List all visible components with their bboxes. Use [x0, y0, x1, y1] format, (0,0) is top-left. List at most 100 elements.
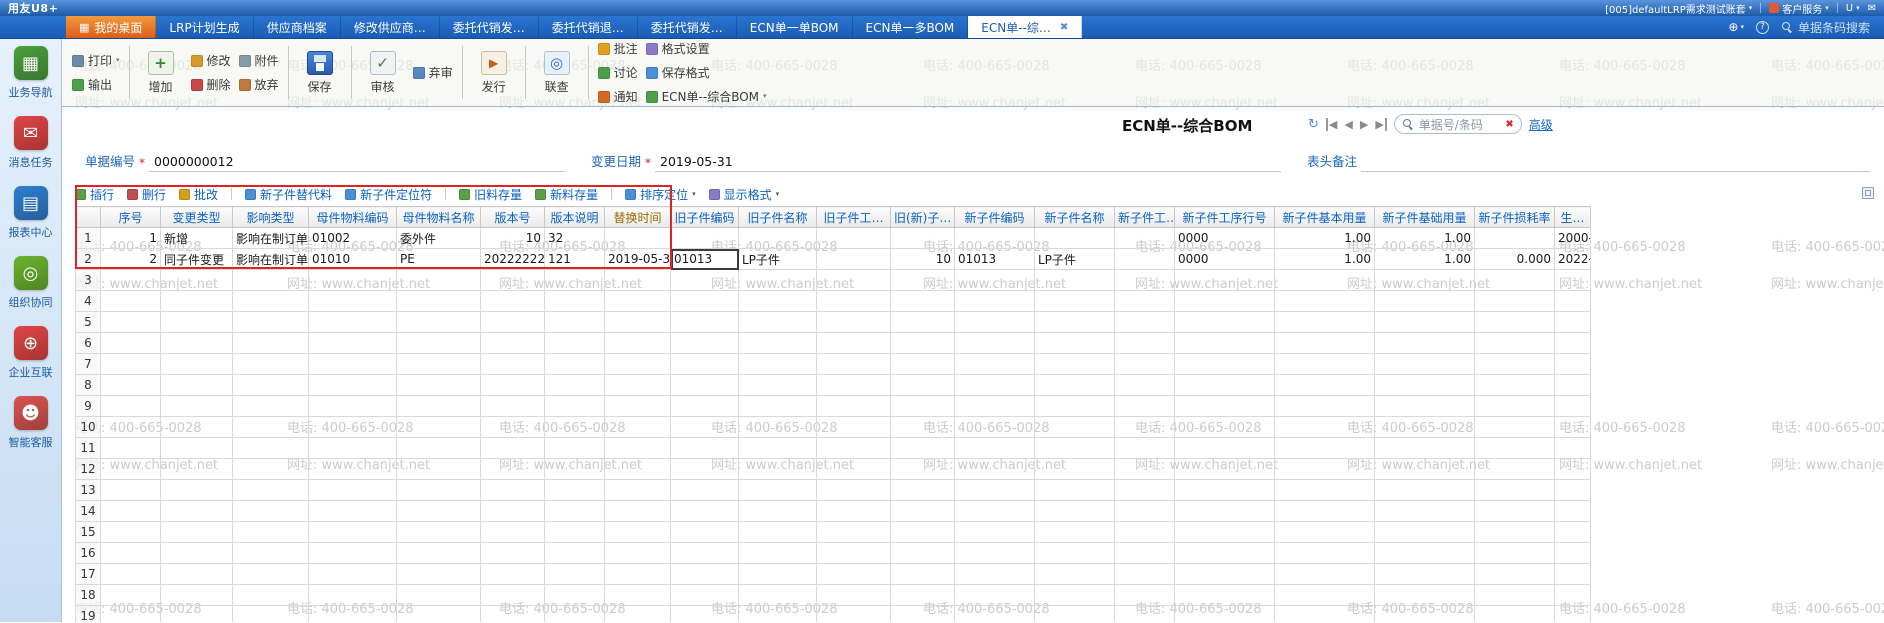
- cell[interactable]: [605, 543, 671, 564]
- cell[interactable]: [309, 312, 397, 333]
- cell[interactable]: [481, 585, 545, 606]
- cell[interactable]: [481, 291, 545, 312]
- cell[interactable]: PE: [397, 249, 481, 270]
- row-index[interactable]: 10: [76, 417, 101, 438]
- cell[interactable]: [481, 606, 545, 623]
- cell[interactable]: [397, 501, 481, 522]
- cell[interactable]: [1375, 522, 1475, 543]
- cell[interactable]: [1555, 270, 1591, 291]
- customer-service-button[interactable]: 客户服务 ▾: [1769, 1, 1829, 16]
- cell[interactable]: [1475, 480, 1555, 501]
- cell[interactable]: [955, 543, 1035, 564]
- cell[interactable]: [397, 312, 481, 333]
- cell[interactable]: [671, 312, 739, 333]
- cell[interactable]: [1035, 291, 1115, 312]
- cell[interactable]: [1035, 522, 1115, 543]
- column-header-替换时间[interactable]: 替换时间: [605, 207, 671, 228]
- cell[interactable]: [1275, 270, 1375, 291]
- cell[interactable]: [161, 606, 233, 623]
- cell[interactable]: [1555, 585, 1591, 606]
- cell[interactable]: [233, 396, 309, 417]
- cell[interactable]: [1555, 522, 1591, 543]
- cell[interactable]: [233, 270, 309, 291]
- cell[interactable]: [1555, 480, 1591, 501]
- cell[interactable]: [1115, 333, 1175, 354]
- cell[interactable]: [545, 585, 605, 606]
- cell[interactable]: [1035, 501, 1115, 522]
- cell[interactable]: [545, 480, 605, 501]
- cell[interactable]: [739, 375, 817, 396]
- cell[interactable]: [1375, 291, 1475, 312]
- cell[interactable]: [1175, 396, 1275, 417]
- cell[interactable]: [1275, 417, 1375, 438]
- cell[interactable]: [309, 480, 397, 501]
- row-index[interactable]: 5: [76, 312, 101, 333]
- cell[interactable]: [1375, 438, 1475, 459]
- cell[interactable]: [605, 333, 671, 354]
- cell[interactable]: [1375, 375, 1475, 396]
- cell[interactable]: [1175, 270, 1275, 291]
- cell[interactable]: [739, 438, 817, 459]
- cell[interactable]: [1555, 396, 1591, 417]
- cell[interactable]: [1275, 333, 1375, 354]
- cell[interactable]: [481, 438, 545, 459]
- edit-button[interactable]: 修改: [191, 52, 231, 69]
- change-date-value[interactable]: 2019-05-31: [655, 154, 1281, 172]
- cell[interactable]: [101, 333, 161, 354]
- cell[interactable]: [1035, 438, 1115, 459]
- cell[interactable]: [481, 480, 545, 501]
- cell[interactable]: [101, 459, 161, 480]
- cell[interactable]: [1175, 291, 1275, 312]
- cell[interactable]: [817, 501, 891, 522]
- cell[interactable]: [605, 522, 671, 543]
- cell[interactable]: 新增: [161, 228, 233, 249]
- cell[interactable]: [233, 480, 309, 501]
- cell[interactable]: [891, 438, 955, 459]
- cell[interactable]: [481, 312, 545, 333]
- cell[interactable]: [1115, 480, 1175, 501]
- cell[interactable]: [739, 522, 817, 543]
- cell[interactable]: [309, 270, 397, 291]
- column-header-影响类型[interactable]: 影响类型: [233, 207, 309, 228]
- cell[interactable]: [545, 270, 605, 291]
- cell[interactable]: [101, 522, 161, 543]
- cell[interactable]: [1115, 354, 1175, 375]
- cell[interactable]: [481, 375, 545, 396]
- cell[interactable]: [1375, 501, 1475, 522]
- cell[interactable]: [481, 459, 545, 480]
- cell[interactable]: [955, 291, 1035, 312]
- cell[interactable]: [817, 312, 891, 333]
- cell[interactable]: [1375, 333, 1475, 354]
- cell[interactable]: [605, 438, 671, 459]
- cell[interactable]: [671, 375, 739, 396]
- cell[interactable]: [605, 312, 671, 333]
- tab-8[interactable]: ECN单一单BOM: [737, 16, 853, 38]
- cell[interactable]: 10: [891, 249, 955, 270]
- cell[interactable]: [1375, 564, 1475, 585]
- cell[interactable]: [671, 438, 739, 459]
- cell[interactable]: [739, 354, 817, 375]
- cell[interactable]: [891, 291, 955, 312]
- row-index[interactable]: 19: [76, 606, 101, 623]
- sidebar-item-企业互联[interactable]: ⊕企业互联: [0, 326, 61, 396]
- row-index[interactable]: 12: [76, 459, 101, 480]
- grid-toolbar-批改[interactable]: 批改: [179, 186, 218, 203]
- cell[interactable]: [481, 501, 545, 522]
- cell[interactable]: [891, 564, 955, 585]
- cell[interactable]: [1115, 585, 1175, 606]
- cell[interactable]: [309, 543, 397, 564]
- unaudit-button[interactable]: 弃审: [413, 64, 453, 81]
- cell[interactable]: 10: [481, 228, 545, 249]
- cell[interactable]: [545, 459, 605, 480]
- cell[interactable]: [1175, 564, 1275, 585]
- column-header-母件物料编码[interactable]: 母件物料编码: [309, 207, 397, 228]
- cell[interactable]: [233, 375, 309, 396]
- tab-1[interactable]: ▦我的桌面: [66, 16, 156, 38]
- cell[interactable]: [1115, 312, 1175, 333]
- cell[interactable]: [671, 333, 739, 354]
- cell[interactable]: [739, 585, 817, 606]
- cell[interactable]: [1035, 354, 1115, 375]
- cell[interactable]: [891, 480, 955, 501]
- row-index[interactable]: 14: [76, 501, 101, 522]
- next-record-icon[interactable]: ▶: [1360, 118, 1368, 131]
